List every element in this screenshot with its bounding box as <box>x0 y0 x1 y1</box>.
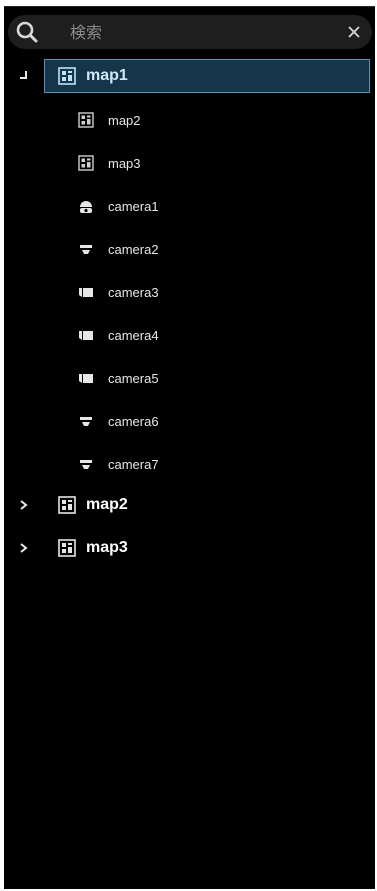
tree-item-label: camera5 <box>108 371 159 386</box>
tree-child-camera4[interactable]: camera4 <box>4 317 375 353</box>
ceiling-camera-icon <box>80 245 92 254</box>
tree-item-label: camera1 <box>108 199 159 214</box>
tree-item-label: map3 <box>86 539 128 556</box>
search-icon[interactable] <box>14 19 40 45</box>
close-icon[interactable] <box>346 24 362 40</box>
box-camera-icon <box>79 288 93 297</box>
chevron-right-icon[interactable] <box>16 498 30 512</box>
tree-child-camera3[interactable]: camera3 <box>4 274 375 310</box>
tree-item-label: camera7 <box>108 457 159 472</box>
map-icon <box>58 496 76 514</box>
tree-item-map1[interactable]: map1 <box>4 59 375 97</box>
map-icon <box>78 112 94 128</box>
box-camera-icon <box>79 331 93 340</box>
search-bar <box>8 15 372 49</box>
tree-item-map3[interactable]: map3 <box>4 530 375 568</box>
map-icon <box>58 67 76 85</box>
chevron-right-icon[interactable] <box>16 541 30 555</box>
tree-item-label: camera6 <box>108 414 159 429</box>
tree-item-label: map2 <box>108 113 141 128</box>
box-camera-icon <box>79 374 93 383</box>
ceiling-camera-icon <box>80 417 92 426</box>
ceiling-camera-icon <box>80 460 92 469</box>
search-input[interactable] <box>70 20 320 44</box>
tree-item-label: map2 <box>86 496 128 513</box>
tree-item-label: camera3 <box>108 285 159 300</box>
map-icon <box>78 155 94 171</box>
tree-item-map2[interactable]: map2 <box>4 487 375 525</box>
tree-child-map2[interactable]: map2 <box>4 102 375 138</box>
tree-item-label: map1 <box>86 67 128 84</box>
tree-child-camera1[interactable]: camera1 <box>4 188 375 224</box>
tree-item-label: map3 <box>108 156 141 171</box>
map-icon <box>58 539 76 557</box>
device-tree-panel: map1 map2 map3 camera1 <box>4 6 375 889</box>
tree-item-label: camera2 <box>108 242 159 257</box>
tree-child-camera2[interactable]: camera2 <box>4 231 375 267</box>
tree-child-map3[interactable]: map3 <box>4 145 375 181</box>
tree-child-camera6[interactable]: camera6 <box>4 403 375 439</box>
tree-item-label: camera4 <box>108 328 159 343</box>
collapse-toggle-icon[interactable] <box>16 68 30 82</box>
dome-camera-icon <box>80 201 92 213</box>
tree-child-camera7[interactable]: camera7 <box>4 446 375 482</box>
tree-child-camera5[interactable]: camera5 <box>4 360 375 396</box>
